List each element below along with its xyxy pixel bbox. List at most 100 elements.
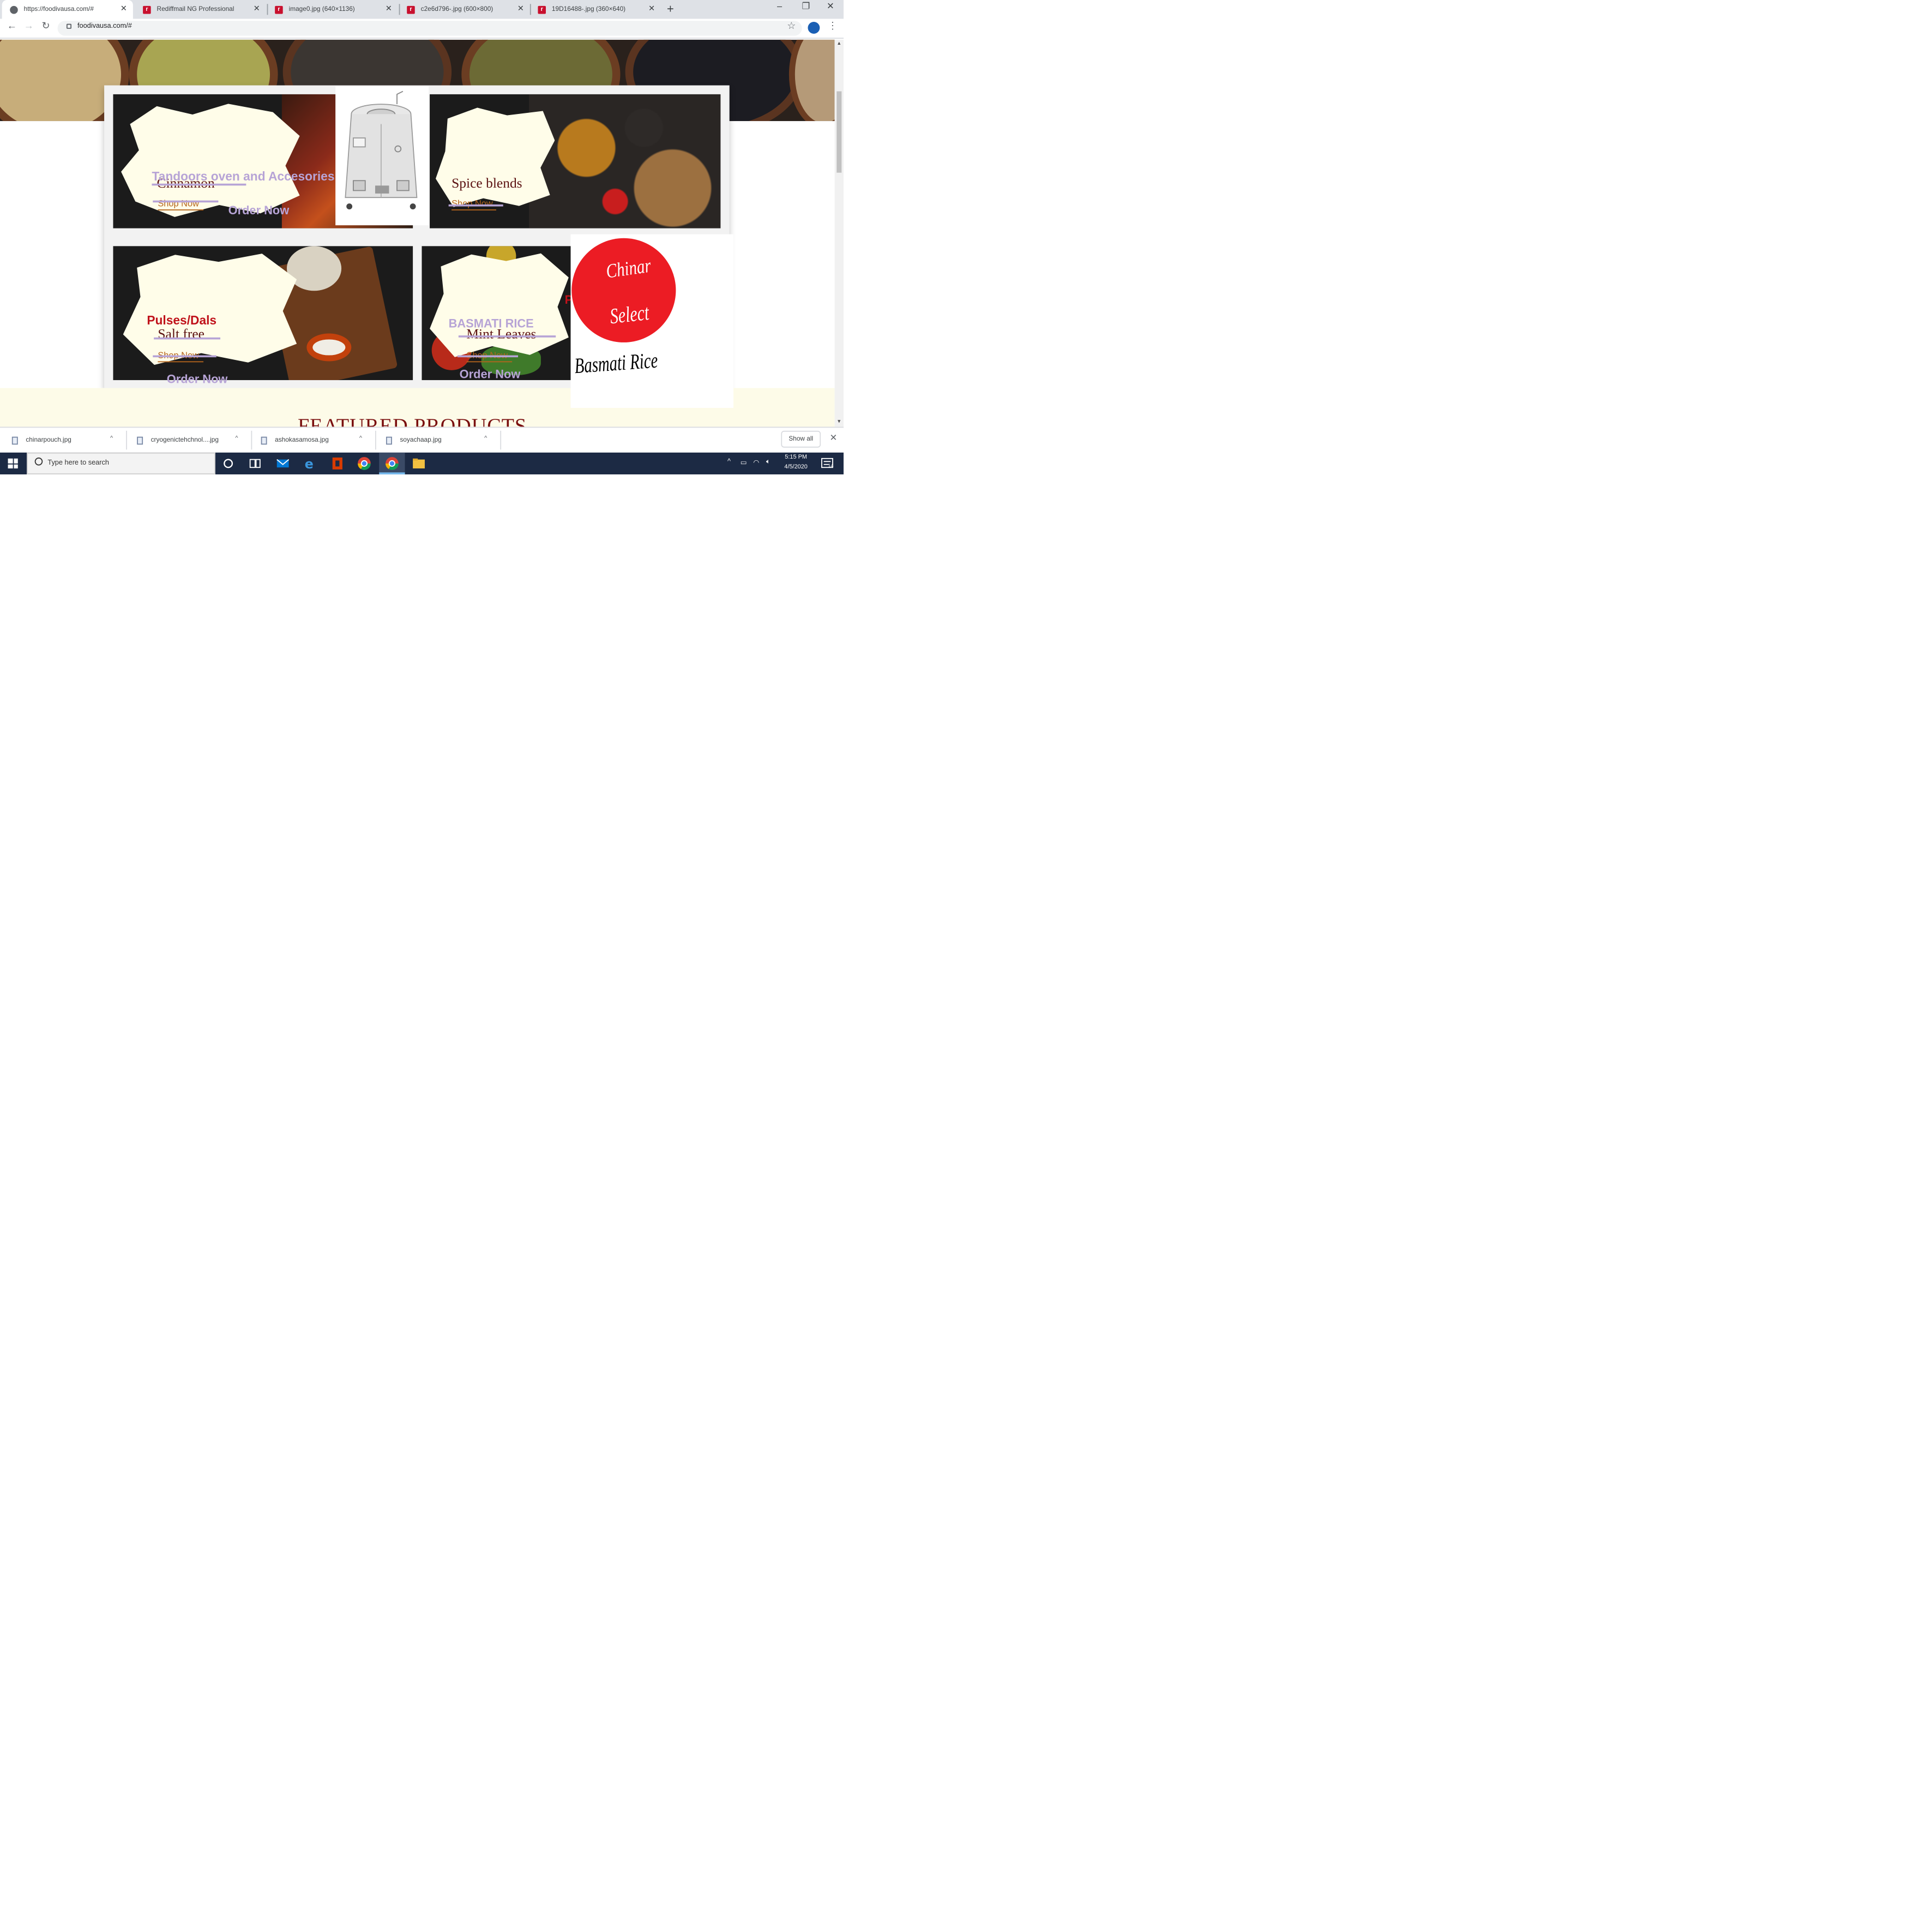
chevron-up-icon[interactable]: ^: [110, 436, 113, 442]
file-icon: [261, 436, 267, 444]
scrollbar-thumb[interactable]: [836, 91, 842, 173]
strike-line: [154, 337, 221, 339]
strike-line: [152, 183, 246, 185]
tab-19d16488[interactable]: r 19D16488-.jpg (360×640) ✕: [530, 0, 661, 19]
file-icon: [386, 436, 392, 444]
task-view-icon[interactable]: [247, 455, 263, 471]
link-underline: [466, 361, 513, 363]
tab-c2e6d796[interactable]: r c2e6d796-.jpg (600×800) ✕: [399, 0, 530, 19]
download-item[interactable]: soyachaap.jpg: [386, 428, 442, 453]
tab-bar: https://foodivausa.com/# ✕ r Rediffmail …: [0, 0, 844, 19]
tab-rediffmail[interactable]: r Rediffmail NG Professional ✕: [135, 0, 266, 19]
browser-toolbar: ← → ↻ foodivausa.com/# ☆ ⋮: [0, 19, 844, 39]
download-filename: soyachaap.jpg: [400, 436, 442, 444]
show-all-button[interactable]: Show all: [781, 430, 821, 448]
rediff-icon: r: [538, 5, 546, 14]
reload-icon[interactable]: ↻: [41, 21, 50, 32]
banner-title-overlay: BASMATI RICE: [448, 316, 534, 331]
back-arrow-icon[interactable]: ←: [7, 21, 17, 32]
rediff-icon: r: [143, 5, 151, 14]
globe-icon: [10, 5, 18, 14]
strike-line: [458, 355, 519, 357]
link-underline: [158, 209, 204, 210]
tab-close-icon[interactable]: ✕: [386, 4, 392, 13]
link-underline: [158, 361, 204, 363]
tab-close-icon[interactable]: ✕: [254, 4, 260, 13]
address-bar[interactable]: [57, 21, 802, 36]
wifi-icon[interactable]: ◠: [753, 459, 759, 467]
divider: [500, 430, 502, 450]
banner-title-overlay: Tandoors oven and Accesories: [152, 170, 335, 184]
tab-title: https://foodivausa.com/#: [23, 5, 94, 13]
taskbar-search-placeholder[interactable]: Type here to search: [47, 460, 109, 467]
forward-arrow-icon[interactable]: →: [24, 21, 34, 32]
file-explorer-icon[interactable]: [411, 455, 426, 471]
tab-foodivausa[interactable]: https://foodivausa.com/# ✕: [2, 0, 133, 19]
chevron-up-icon[interactable]: ^: [235, 436, 238, 442]
tab-title: image0.jpg (640×1136): [288, 5, 355, 13]
link-underline: [452, 209, 496, 210]
chinar-logo-line3: Basmati Rice: [573, 347, 659, 378]
page-viewport: Cinnamon Tandoors oven and Accesories Sh…: [0, 39, 835, 427]
order-now-button[interactable]: Order Now: [228, 203, 290, 217]
chevron-up-icon[interactable]: ^: [484, 436, 487, 442]
minimize-button[interactable]: –: [777, 1, 782, 11]
url-text[interactable]: foodivausa.com/#: [77, 23, 132, 30]
cortana-icon[interactable]: [220, 455, 236, 471]
strike-line: [458, 335, 556, 337]
screen: https://foodivausa.com/# ✕ r Rediffmail …: [0, 0, 844, 474]
scroll-up-arrow-icon[interactable]: ▲: [836, 41, 841, 47]
download-filename: cryogenictehchnol....jpg: [151, 436, 219, 444]
tandoor-oven-icon: [345, 91, 418, 210]
chevron-up-icon[interactable]: ^: [727, 459, 731, 466]
volume-icon[interactable]: 🔈︎: [766, 459, 771, 467]
download-item[interactable]: cryogenictehchnol....jpg: [137, 428, 219, 453]
banner-title: Spice blends: [452, 176, 522, 192]
restore-button[interactable]: ❐: [802, 1, 810, 12]
clock-time[interactable]: 5:15 PM: [779, 455, 813, 461]
strike-line: [153, 200, 219, 202]
chrome-active-icon[interactable]: [384, 455, 400, 471]
office-icon[interactable]: [329, 455, 345, 471]
download-item[interactable]: chinarpouch.jpg: [11, 428, 71, 453]
tandoor-image[interactable]: [335, 86, 429, 226]
scroll-down-arrow-icon[interactable]: ▼: [836, 419, 841, 425]
chinar-logo-line2: Select: [609, 299, 651, 329]
tab-title: 19D16488-.jpg (360×640): [551, 5, 626, 13]
battery-icon[interactable]: ▭: [741, 459, 747, 467]
active-app-indicator: [379, 472, 405, 474]
chevron-up-icon[interactable]: ^: [359, 436, 362, 442]
tab-image0[interactable]: r image0.jpg (640×1136) ✕: [267, 0, 398, 19]
notification-count: 14: [828, 463, 834, 470]
strike-line: [153, 355, 216, 357]
order-now-button[interactable]: Order Now: [460, 367, 521, 381]
shop-now-link[interactable]: Shop Now: [452, 198, 493, 208]
svg-text:e: e: [305, 456, 314, 471]
file-icon: [137, 436, 143, 444]
order-now-button[interactable]: Order Now: [167, 372, 228, 386]
tab-close-icon[interactable]: ✕: [121, 4, 127, 13]
download-filename: chinarpouch.jpg: [26, 436, 71, 444]
close-downloads-icon[interactable]: ✕: [830, 433, 838, 444]
search-icon: [34, 458, 43, 466]
download-item[interactable]: ashokasamosa.jpg: [261, 428, 329, 453]
downloads-bar: chinarpouch.jpg ^ cryogenictehchnol....j…: [0, 426, 844, 453]
clock-date[interactable]: 4/5/2020: [779, 465, 813, 471]
tab-title: Rediffmail NG Professional: [157, 5, 234, 13]
mail-icon[interactable]: [275, 455, 291, 471]
divider: [126, 430, 127, 450]
edge-browser-icon[interactable]: e: [302, 455, 317, 472]
chinar-select-logo[interactable]: Chinar Select Basmati Rice: [570, 234, 733, 408]
bookmark-star-icon[interactable]: ☆: [787, 21, 796, 32]
tab-close-icon[interactable]: ✕: [648, 4, 655, 13]
tab-close-icon[interactable]: ✕: [517, 4, 524, 13]
windows-start-icon[interactable]: [8, 458, 18, 469]
menu-dots-icon[interactable]: ⋮: [828, 21, 838, 32]
rediff-icon: r: [407, 5, 415, 14]
chrome-icon[interactable]: [356, 455, 372, 471]
close-window-button[interactable]: ✕: [827, 1, 834, 12]
profile-avatar[interactable]: [808, 22, 820, 34]
tab-title: c2e6d796-.jpg (600×800): [420, 5, 493, 13]
divider: [251, 430, 252, 450]
new-tab-button[interactable]: +: [667, 2, 674, 16]
